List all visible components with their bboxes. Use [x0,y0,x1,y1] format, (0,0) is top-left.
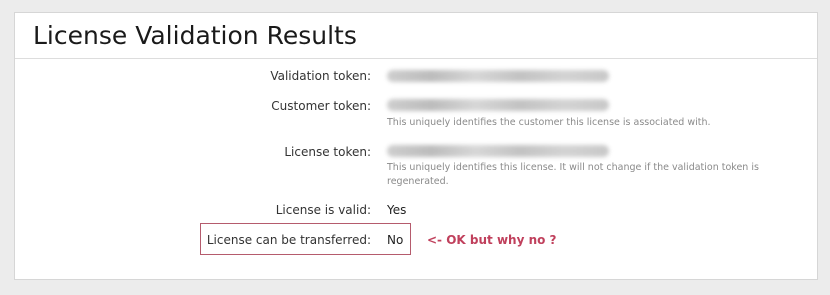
customer-token-value-redacted [387,99,609,111]
license-transferable-label: License can be transferred: [206,233,371,247]
license-valid-value: Yes [387,203,407,217]
results-panel: License Validation Results Validation to… [14,12,818,280]
license-token-label: License token: [284,145,371,159]
license-token-value-redacted [387,145,609,157]
license-transferable-value: No [387,233,404,247]
customer-token-help: This uniquely identifies the customer th… [387,117,711,128]
title-divider [15,58,817,59]
license-token-help: This uniquely identifies this license. I… [387,162,759,187]
validation-token-label: Validation token: [270,69,371,83]
page-title: License Validation Results [33,21,357,50]
license-valid-label: License is valid: [275,203,371,217]
annotation-note: <- OK but why no ? [427,233,557,247]
customer-token-label: Customer token: [271,99,371,113]
validation-token-value-redacted [387,70,609,82]
